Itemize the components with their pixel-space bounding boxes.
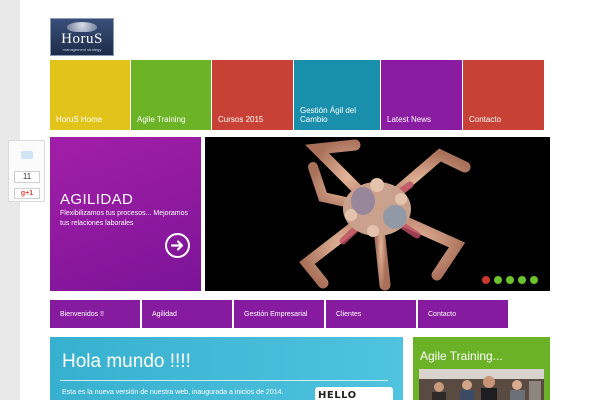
tile-agile-training[interactable]: Agile Training [131,60,211,130]
subnav-label: Contacto [428,310,457,318]
agile-training-title: Agile Training... [420,349,503,363]
share-button[interactable] [21,151,33,159]
subnav-gestion-empresarial[interactable]: Gestión Empresarial [234,300,324,328]
welcome-text: Esta es la nueva versión de nuestra web,… [62,389,284,396]
hero-panel: AGILIDAD Flexibilizamos tus procesos... … [50,137,201,291]
hero-arrow-button[interactable] [165,233,190,258]
hello-world-image: HELLO WORLD [315,387,393,400]
tile-cursos-2015[interactable]: Cursos 2015 [212,60,293,130]
social-share-widget: 11 g+1 [8,140,45,202]
tile-gestion-agil[interactable]: Gestión Ágil del Cambio [294,60,380,130]
hello-world-image-text: HELLO WORLD [318,390,357,400]
logo-brand: HoruS [61,31,103,47]
tile-label: Cursos 2015 [218,115,264,124]
subnav-label: Agilidad [152,310,177,318]
agile-training-panel[interactable]: Agile Training... [413,337,550,400]
slider-dot[interactable] [494,276,502,284]
tile-label: Gestión Ágil del Cambio [300,106,357,124]
horus-logo[interactable]: HoruS management strategy [50,18,114,56]
logo-tagline: management strategy [62,47,102,52]
hero-text: Flexibilizamos tus procesos... Mejoramos… [60,210,188,227]
welcome-divider [60,380,388,381]
subnav-label: Gestión Empresarial [244,310,308,318]
tile-horus-home[interactable]: HoruS Home [50,60,130,130]
tile-contacto[interactable]: Contacto [463,60,544,130]
subnav-clientes[interactable]: Clientes [326,300,416,328]
welcome-title: Hola mundo !!!! [62,351,191,372]
subnav-agilidad[interactable]: Agilidad [142,300,232,328]
welcome-panel: Hola mundo !!!! Esta es la nueva versión… [50,337,403,400]
slider-dot[interactable] [506,276,514,284]
share-count: 11 [14,171,40,183]
subnav-label: Bienvenidos !! [60,310,104,318]
slider-dot[interactable] [482,276,490,284]
agile-training-photo [419,369,544,400]
slider-dot[interactable] [530,276,538,284]
subnav-label: Clientes [336,310,362,318]
arrow-right-icon [170,240,184,251]
tile-label: Latest News [387,115,432,124]
slider-dot[interactable] [518,276,526,284]
google-plus-button[interactable]: g+1 [14,188,40,199]
training-photo-image [419,369,544,400]
tile-latest-news[interactable]: Latest News [381,60,462,130]
tile-label: Contacto [469,115,502,124]
subnav-contacto[interactable]: Contacto [418,300,508,328]
hero-title: AGILIDAD [60,191,134,208]
tile-label: HoruS Home [56,115,103,124]
image-slider[interactable] [205,137,550,291]
tile-label: Agile Training [137,115,186,124]
subnav-bienvenidos[interactable]: Bienvenidos !! [50,300,140,328]
acrobats-image [299,139,471,291]
slider-dots [482,276,538,284]
